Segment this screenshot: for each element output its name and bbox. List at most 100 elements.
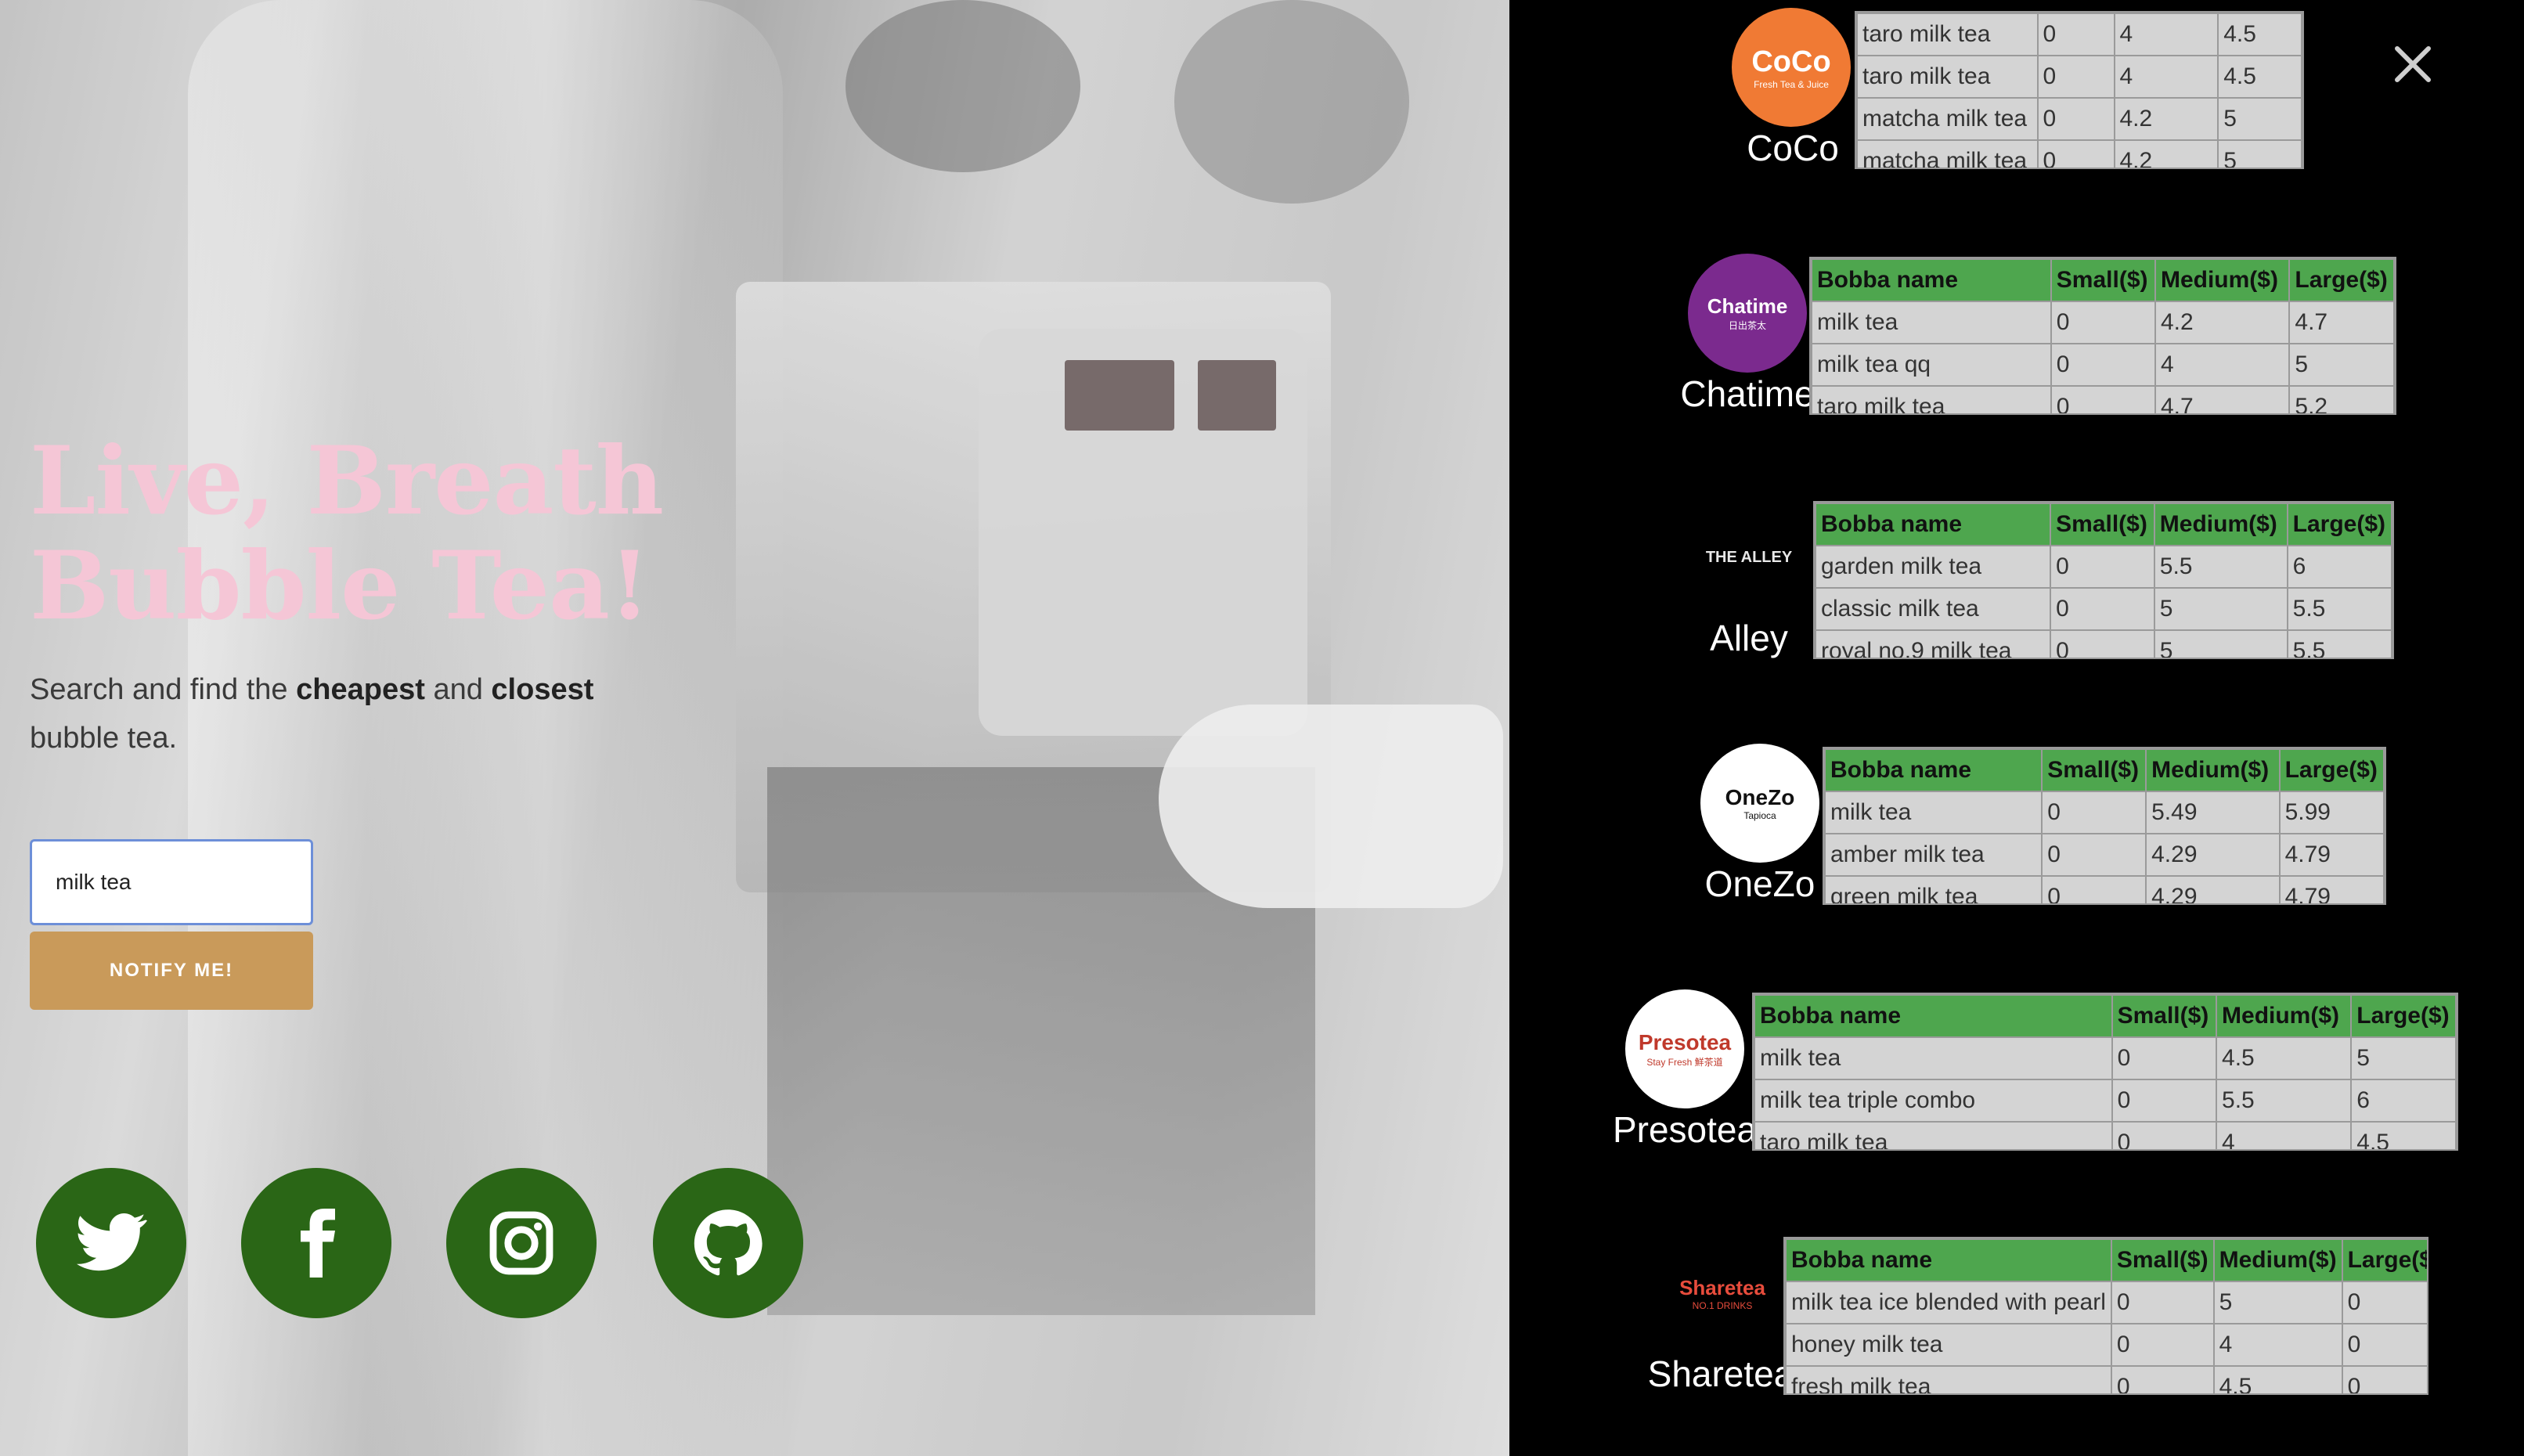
table-cell: 4 <box>2154 343 2291 387</box>
table-cell: green milk tea <box>1824 875 2043 903</box>
column-header: Medium($) <box>2153 503 2288 546</box>
table-cell: taro milk tea <box>1856 13 2039 56</box>
table-cell: 5.99 <box>2278 791 2385 834</box>
column-header: Large($) <box>2286 503 2392 546</box>
table-cell: 5 <box>2288 343 2395 387</box>
table-cell: 0 <box>2050 385 2156 413</box>
table-cell: 0 <box>2050 629 2155 658</box>
table-cell: 4 <box>2113 55 2219 99</box>
table-cell: 4.7 <box>2288 301 2395 344</box>
column-header: Bobba name <box>1815 503 2052 546</box>
chatime-price-table[interactable]: Bobba name Small($) Medium($) Large($) milk … <box>1809 257 2396 415</box>
table-row: milk tea 0 4.2 4.7 <box>1811 301 2395 344</box>
column-header: Medium($) <box>2154 258 2291 302</box>
facebook-link[interactable] <box>241 1168 391 1318</box>
table-row: green milk tea 0 4.29 4.79 <box>1824 875 2385 903</box>
table-cell: fresh milk tea <box>1785 1365 2112 1393</box>
table-cell: honey milk tea <box>1785 1323 2112 1367</box>
table-row: taro milk tea 0 4 4.5 <box>1754 1121 2457 1149</box>
presotea-logo-text: Presotea <box>1638 1029 1732 1054</box>
table-row: amber milk tea 0 4.29 4.79 <box>1824 833 2385 877</box>
table-cell: 4.29 <box>2145 875 2281 903</box>
table-cell: milk tea ice blended with pearl <box>1785 1281 2112 1324</box>
onezo-logo-text: OneZo <box>1725 785 1795 809</box>
table-cell: milk tea qq <box>1811 343 2052 387</box>
table-cell: 4 <box>2212 1323 2343 1367</box>
column-header: Medium($) <box>2212 1238 2343 1282</box>
twitter-icon <box>77 1213 147 1271</box>
table-cell: 4.7 <box>2154 385 2291 413</box>
table-cell: 0 <box>2341 1365 2427 1393</box>
column-header: Small($) <box>2111 994 2218 1038</box>
close-icon[interactable] <box>2388 39 2438 89</box>
hero-lead: Search and find the cheapest and closest… <box>30 665 625 762</box>
table-row: taro milk tea 0 4 4.5 <box>1856 55 2302 99</box>
table-cell: 0 <box>2110 1365 2215 1393</box>
column-header: Bobba name <box>1811 258 2052 302</box>
table-cell: 0 <box>2036 139 2115 168</box>
lead-strong-closest: closest <box>491 673 594 706</box>
column-header: Large($) <box>2350 994 2457 1038</box>
table-cell: 0 <box>2110 1281 2215 1324</box>
table-cell: 4 <box>2216 1121 2353 1149</box>
twitter-link[interactable] <box>36 1168 186 1318</box>
column-header: Bobba name <box>1754 994 2113 1038</box>
table-cell: 5.49 <box>2145 791 2281 834</box>
alley-logo: THE ALLEY <box>1689 498 1808 617</box>
github-link[interactable] <box>653 1168 803 1318</box>
table-cell: 0 <box>2110 1323 2215 1367</box>
table-cell: 5 <box>2153 587 2288 631</box>
table-cell: 0 <box>2036 55 2115 99</box>
lead-text: bubble tea. <box>30 722 178 755</box>
table-cell: 4.5 <box>2350 1121 2457 1149</box>
table-cell: matcha milk tea <box>1856 97 2039 141</box>
onezo-store-name: OneZo <box>1704 863 1815 904</box>
table-cell: 4.2 <box>2113 97 2219 141</box>
table-cell: 5.5 <box>2216 1079 2353 1123</box>
onezo-price-table[interactable]: Bobba name Small($) Medium($) Large($) milk … <box>1823 747 2386 905</box>
search-input[interactable] <box>30 839 313 925</box>
coco-logo: CoCo Fresh Tea & Juice <box>1732 8 1851 127</box>
presotea-logo: Presotea Stay Fresh 鮮茶道 <box>1625 989 1744 1108</box>
column-header: Bobba name <box>1785 1238 2112 1282</box>
column-header: Small($) <box>2050 258 2156 302</box>
table-cell: matcha milk tea <box>1856 139 2039 168</box>
presotea-store-name: Presotea <box>1612 1109 1758 1150</box>
table-cell: 5 <box>2350 1036 2457 1080</box>
table-cell: taro milk tea <box>1811 385 2052 413</box>
table-row: classic milk tea 0 5 5.5 <box>1815 587 2392 631</box>
table-cell: 4.2 <box>2113 139 2219 168</box>
table-cell: 0 <box>2111 1036 2218 1080</box>
table-cell: 0 <box>2050 545 2155 589</box>
table-cell: 4.5 <box>2212 1365 2343 1393</box>
table-cell: 6 <box>2286 545 2392 589</box>
sharetea-price-table[interactable]: Bobba nameSmall($)Medium($)Large($)milk … <box>1783 1237 2428 1395</box>
coco-logo-subtext: Fresh Tea & Juice <box>1754 78 1829 90</box>
alley-price-table[interactable]: Bobba name Small($) Medium($) Large($) garde… <box>1813 501 2394 659</box>
table-cell: 4 <box>2113 13 2219 56</box>
table-row: matcha milk tea 0 4.2 5 <box>1856 97 2302 141</box>
lead-text: Search and find the <box>30 673 297 706</box>
table-cell: royal no.9 milk tea <box>1815 629 2052 658</box>
table-cell: 5.5 <box>2153 545 2288 589</box>
github-icon <box>694 1209 763 1276</box>
hero-headline: Live, Breath Bubble Tea! <box>30 426 664 641</box>
coco-price-table[interactable]: taro milk tea 0 4 4.5 taro milk tea 0 4 4.5 matc… <box>1855 11 2304 169</box>
table-row: milk tea ice blended with pearl 0 5 0 <box>1785 1281 2427 1324</box>
coco-logo-text: CoCo <box>1751 45 1831 78</box>
table-cell: 0 <box>2050 301 2156 344</box>
instagram-link[interactable] <box>446 1168 597 1318</box>
table-cell: 5 <box>2217 97 2302 141</box>
onezo-logo: OneZo Tapioca <box>1700 744 1819 863</box>
onezo-logo-subtext: Tapioca <box>1743 810 1776 821</box>
presotea-price-table[interactable]: Bobba name Small($) Medium($) Large($) milk … <box>1752 993 2458 1151</box>
table-cell: 4.29 <box>2145 833 2281 877</box>
table-row: milk tea 0 5.49 5.99 <box>1824 791 2385 834</box>
table-cell: 0 <box>2036 13 2115 56</box>
notify-button[interactable]: NOTIFY ME! <box>30 932 313 1010</box>
table-row: royal no.9 milk tea 0 5 5.5 <box>1815 629 2392 658</box>
table-row: taro milk tea 0 4.7 5.2 <box>1811 385 2395 413</box>
table-cell: 0 <box>2041 875 2147 903</box>
alley-store-name: Alley <box>1710 618 1788 658</box>
chatime-logo-subtext: 日出茶太 <box>1728 320 1766 331</box>
